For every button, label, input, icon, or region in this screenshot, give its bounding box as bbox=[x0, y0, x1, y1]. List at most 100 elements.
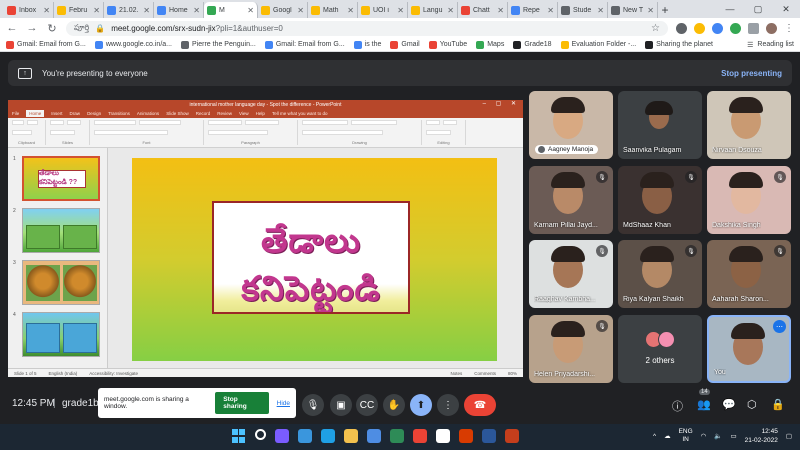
participant-tile[interactable]: Dakshika Singh 🎙 bbox=[707, 166, 791, 234]
ppt-ribbon-tab[interactable]: Review bbox=[217, 111, 232, 116]
notification-icon[interactable]: ▢ bbox=[786, 432, 792, 440]
bookmark-item[interactable]: Evaluation Folder -... bbox=[560, 40, 636, 49]
participant-tile[interactable]: Saanvika Pulagam bbox=[618, 91, 702, 159]
participant-tile[interactable]: Nirvaan Dsouza bbox=[707, 91, 791, 159]
browser-tab[interactable]: Home ✕ bbox=[154, 2, 204, 18]
slide-title-box[interactable]: తేడాలు కనిపెట్టండి ?? bbox=[212, 201, 410, 314]
chat-icon[interactable]: 💬 bbox=[722, 398, 736, 411]
raise-hand-icon[interactable]: ✋ bbox=[383, 394, 405, 416]
participant-tile[interactable]: 2 others bbox=[618, 315, 702, 383]
browser-tab[interactable]: Chatt ✕ bbox=[458, 2, 508, 18]
participant-tile[interactable]: Helen Priyadarshi... 🎙 bbox=[529, 315, 613, 383]
browser-tab[interactable]: Langu ✕ bbox=[408, 2, 458, 18]
stop-sharing-button[interactable]: Stop sharing bbox=[215, 392, 269, 414]
captions-icon[interactable]: CC bbox=[356, 394, 378, 416]
camera-icon[interactable]: ▣ bbox=[330, 394, 352, 416]
taskbar-app-icon[interactable] bbox=[367, 429, 381, 443]
more-options-icon[interactable]: ⋮ bbox=[437, 394, 459, 416]
reload-icon[interactable]: ↻ bbox=[46, 22, 58, 35]
close-tab-icon[interactable]: ✕ bbox=[647, 6, 654, 15]
ppt-ribbon-tab[interactable]: Draw bbox=[70, 111, 81, 116]
lock-icon[interactable]: 🔒 bbox=[95, 24, 105, 33]
close-tab-icon[interactable]: ✕ bbox=[297, 6, 304, 15]
language-indicator[interactable]: ENG IN bbox=[679, 428, 693, 444]
search-icon[interactable] bbox=[255, 429, 266, 440]
browser-tab[interactable]: Repe ✕ bbox=[508, 2, 558, 18]
more-options-icon[interactable]: ⋯ bbox=[773, 320, 786, 333]
info-icon[interactable]: ⓘ bbox=[672, 398, 683, 414]
taskbar-app-icon[interactable] bbox=[321, 429, 335, 443]
browser-tab[interactable]: New T ✕ bbox=[608, 2, 658, 18]
close-tab-icon[interactable]: ✕ bbox=[547, 6, 554, 15]
clock[interactable]: 12:45 21-02-2022 bbox=[745, 427, 778, 445]
close-tab-icon[interactable]: ✕ bbox=[347, 6, 354, 15]
menu-dots-icon[interactable]: ⋮ bbox=[784, 23, 794, 34]
battery-icon[interactable]: ▭ bbox=[730, 432, 736, 440]
taskbar-app-icon[interactable] bbox=[275, 429, 289, 443]
bookmark-item[interactable]: Pierre the Penguin... bbox=[181, 40, 256, 49]
slide-thumbnail-3[interactable] bbox=[22, 260, 100, 305]
ppt-ribbon-tab[interactable]: Animations bbox=[137, 111, 159, 116]
bookmark-item[interactable]: is the bbox=[353, 40, 381, 49]
close-tab-icon[interactable]: ✕ bbox=[247, 6, 254, 15]
ppt-ribbon-tab[interactable]: File bbox=[12, 111, 19, 116]
taskbar-app-icon[interactable] bbox=[436, 429, 450, 443]
participant-tile[interactable]: Riya Kalyan Shaikh 🎙 bbox=[618, 240, 702, 308]
browser-tab[interactable]: Febru ✕ bbox=[54, 2, 104, 18]
puzzle-icon[interactable] bbox=[748, 22, 759, 34]
close-tab-icon[interactable]: ✕ bbox=[93, 6, 100, 15]
volume-icon[interactable]: 🔈 bbox=[714, 432, 722, 440]
close-tab-icon[interactable]: ✕ bbox=[193, 6, 200, 15]
forward-icon[interactable]: → bbox=[26, 22, 38, 34]
close-tab-icon[interactable]: ✕ bbox=[397, 6, 404, 15]
close-tab-icon[interactable]: ✕ bbox=[43, 6, 50, 15]
ppt-ribbon-tab[interactable]: Transitions bbox=[108, 111, 130, 116]
taskbar-app-icon[interactable] bbox=[482, 429, 496, 443]
close-tab-icon[interactable]: ✕ bbox=[497, 6, 504, 15]
bookmark-star-icon[interactable]: ☆ bbox=[651, 23, 660, 34]
current-slide[interactable]: తేడాలు కనిపెట్టండి ?? bbox=[132, 158, 497, 361]
hide-button[interactable]: Hide bbox=[277, 400, 290, 407]
close-tab-icon[interactable]: ✕ bbox=[447, 6, 454, 15]
activities-icon[interactable]: ⬡ bbox=[747, 398, 757, 411]
bookmark-item[interactable]: Maps bbox=[476, 40, 504, 49]
participant-tile[interactable]: Aagney Manoja bbox=[529, 91, 613, 159]
site-badge[interactable]: పూర్తి bbox=[74, 23, 89, 34]
profile-avatar[interactable] bbox=[766, 22, 777, 34]
bookmark-item[interactable]: Gmail: Email from G... bbox=[6, 40, 86, 49]
close-window-icon[interactable]: ✕ bbox=[772, 0, 800, 18]
slide-thumbnail-1[interactable]: తేడాలు కనిపెట్టండి ?? bbox=[22, 156, 100, 201]
ppt-ribbon-tab[interactable]: Slide Show bbox=[166, 111, 189, 116]
ppt-ribbon-tab[interactable]: Help bbox=[256, 111, 265, 116]
host-controls-icon[interactable]: 🔒 bbox=[771, 398, 785, 411]
ppt-ribbon-tab[interactable]: Home bbox=[26, 110, 45, 117]
extension-icon[interactable] bbox=[694, 22, 705, 34]
maximize-icon[interactable]: ▢ bbox=[744, 0, 772, 18]
participant-tile[interactable]: MdShaaz Khan 🎙 bbox=[618, 166, 702, 234]
back-icon[interactable]: ← bbox=[6, 22, 18, 34]
microphone-icon[interactable]: 🎙 bbox=[302, 394, 324, 416]
taskbar-app-icon[interactable] bbox=[298, 429, 312, 443]
ppt-ribbon-tab[interactable]: Design bbox=[87, 111, 101, 116]
taskbar-app-icon[interactable] bbox=[344, 429, 358, 443]
self-video-tile[interactable]: You ⋯ bbox=[707, 315, 791, 383]
url-text[interactable]: meet.google.com/srx-sudn-jix?pli=1&authu… bbox=[111, 24, 283, 33]
bookmark-item[interactable]: Sharing the planet bbox=[645, 40, 713, 49]
participant-tile[interactable]: Karnam Pillai Jayd... 🎙 bbox=[529, 166, 613, 234]
people-icon[interactable]: 👥 14 bbox=[697, 389, 711, 411]
close-tab-icon[interactable]: ✕ bbox=[597, 6, 604, 15]
extension-icon[interactable] bbox=[730, 22, 741, 34]
wifi-icon[interactable]: ◠ bbox=[701, 432, 707, 440]
taskbar-app-icon[interactable] bbox=[505, 429, 519, 443]
present-now-icon[interactable]: ⬆ bbox=[410, 394, 432, 416]
participant-tile[interactable]: Aaharah Sharon... 🎙 bbox=[707, 240, 791, 308]
browser-tab[interactable]: Math ✕ bbox=[308, 2, 358, 18]
slide-thumbnail-2[interactable] bbox=[22, 208, 100, 253]
bookmark-item[interactable]: www.google.co.in/a... bbox=[94, 40, 172, 49]
omnibox[interactable]: పూర్తి 🔒 meet.google.com/srx-sudn-jix?pl… bbox=[66, 20, 668, 36]
taskbar-app-icon[interactable] bbox=[413, 429, 427, 443]
browser-tab[interactable]: Googl ✕ bbox=[258, 2, 308, 18]
taskbar-app-icon[interactable] bbox=[459, 429, 473, 443]
leave-call-icon[interactable]: ☎ bbox=[464, 394, 496, 416]
ppt-ribbon-tab[interactable]: Insert bbox=[51, 111, 62, 116]
